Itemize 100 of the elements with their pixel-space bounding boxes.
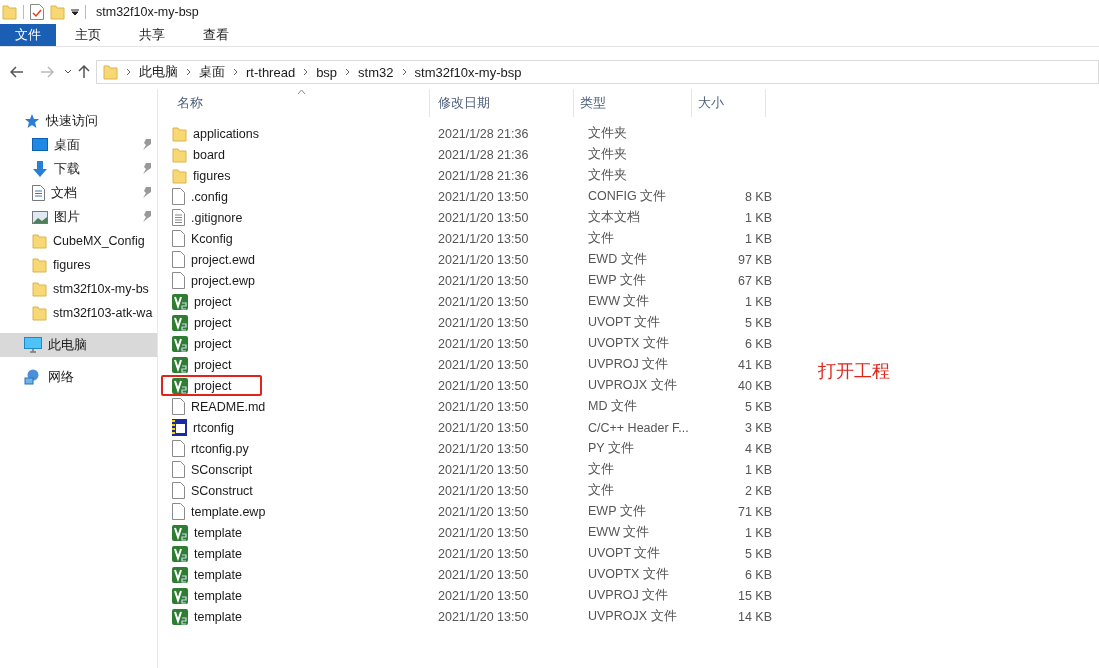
file-name[interactable]: figures <box>161 165 261 186</box>
breadcrumb-item[interactable]: stm32f10x-my-bsp <box>414 64 522 80</box>
file-name[interactable]: project <box>161 375 262 396</box>
file-name[interactable]: README.md <box>161 396 296 417</box>
chevron-icon <box>126 68 131 76</box>
file-name[interactable]: applications <box>161 123 289 144</box>
ribbon-tab[interactable]: 共享 <box>120 24 184 46</box>
new-folder-icon <box>50 4 65 20</box>
type-cell-text: EWP 文件 <box>587 503 647 520</box>
text-file-icon <box>172 209 185 226</box>
up-arrow-icon[interactable] <box>78 65 90 79</box>
file-name[interactable]: SConscript <box>161 459 283 480</box>
file-name[interactable]: project.ewp <box>161 270 285 291</box>
properties-checklist-icon[interactable] <box>30 4 44 20</box>
type-cell-text: PY 文件 <box>587 440 635 457</box>
sidebar-item[interactable]: 网络 <box>0 365 157 389</box>
column-header[interactable]: 类型 <box>574 89 692 117</box>
file-name[interactable]: template <box>161 606 272 627</box>
header-file-icon <box>172 419 187 436</box>
file-name[interactable]: project <box>161 333 262 354</box>
file-name[interactable]: template <box>161 585 272 606</box>
sidebar-item[interactable]: 桌面 <box>0 133 157 157</box>
folder-icon <box>172 146 187 163</box>
pin-icon[interactable] <box>142 187 152 198</box>
download-arrow-icon <box>32 160 48 178</box>
folder-icon <box>172 167 187 184</box>
address-bar[interactable]: 此电脑 桌面 rt-thread bsp stm32 stm32f10x-my-bsp <box>96 60 1099 84</box>
star-icon <box>24 113 40 129</box>
sidebar-label: 文档 <box>51 184 77 202</box>
breadcrumb-item[interactable]: stm32 <box>358 64 394 80</box>
type-cell-text: MD 文件 <box>587 398 638 415</box>
sidebar-label: stm32f10x-my-bs <box>53 282 149 296</box>
file-name[interactable]: project <box>161 312 262 333</box>
column-header[interactable]: 修改日期 <box>430 89 574 117</box>
file-name[interactable]: SConstruct <box>161 480 283 501</box>
sidebar-item[interactable]: 快速访问 <box>0 109 157 133</box>
file-name[interactable]: Kconfig <box>161 228 263 249</box>
sidebar-item[interactable]: 图片 <box>0 205 157 229</box>
breadcrumb-item[interactable]: bsp <box>316 64 338 80</box>
sidebar-item[interactable]: 文档 <box>0 181 157 205</box>
date-cell-text: 2021/1/20 13:50 <box>437 378 530 393</box>
file-icon <box>172 230 185 247</box>
date-cell-text: 2021/1/20 13:50 <box>437 441 530 456</box>
ribbon-tab[interactable]: 主页 <box>56 24 120 46</box>
breadcrumb-item[interactable]: 此电脑 <box>139 63 178 81</box>
size-cell-text: 1 KB <box>743 525 773 540</box>
file-name[interactable]: template <box>161 522 272 543</box>
file-name[interactable]: .gitignore <box>161 207 273 228</box>
size-cell-text: 1 KB <box>743 462 773 477</box>
breadcrumb-item[interactable]: 桌面 <box>199 63 225 81</box>
column-header[interactable]: 大小 <box>692 89 766 117</box>
file-name[interactable]: template <box>161 564 272 585</box>
file-name[interactable]: project <box>161 291 262 312</box>
file-name[interactable]: project.ewd <box>161 249 285 270</box>
ribbon-tab[interactable]: 查看 <box>184 24 248 46</box>
back-arrow-icon[interactable] <box>10 66 24 78</box>
sidebar-item[interactable]: stm32f10x-my-bs <box>0 277 157 301</box>
sidebar-item[interactable]: 此电脑 <box>0 333 157 357</box>
pin-icon[interactable] <box>142 163 152 174</box>
file-name[interactable]: .config <box>161 186 258 207</box>
keil-project-icon <box>172 608 188 625</box>
size-cell-text: 71 KB <box>736 504 773 519</box>
type-cell-text: UVOPTX 文件 <box>587 335 670 352</box>
document-icon <box>32 185 45 201</box>
dropdown-caret-icon[interactable] <box>71 8 79 16</box>
pin-icon[interactable] <box>142 139 152 150</box>
pin-icon[interactable] <box>142 211 152 222</box>
file-name[interactable]: rtconfig <box>161 417 264 438</box>
type-cell-text: EWD 文件 <box>587 251 648 268</box>
sidebar-label: stm32f103-atk-wa <box>53 306 153 320</box>
file-name[interactable]: project <box>161 354 262 375</box>
breadcrumb-item[interactable]: rt-thread <box>246 64 296 80</box>
sidebar-item[interactable]: figures <box>0 253 157 277</box>
desktop-icon <box>32 138 48 152</box>
sidebar-label: 下载 <box>54 160 80 178</box>
date-cell-text: 2021/1/20 13:50 <box>437 462 530 477</box>
type-cell-text: UVOPT 文件 <box>587 545 662 562</box>
type-cell-text: UVPROJ 文件 <box>587 587 670 604</box>
file-name[interactable]: template.ewp <box>161 501 296 522</box>
keil-project-icon <box>172 293 188 310</box>
date-cell-text: 2021/1/20 13:50 <box>437 189 530 204</box>
date-cell-text: 2021/1/20 13:50 <box>437 231 530 246</box>
ribbon-tab[interactable]: 文件 <box>0 24 56 46</box>
type-cell-text: UVPROJX 文件 <box>587 377 678 394</box>
file-name[interactable]: rtconfig.py <box>161 438 279 459</box>
sidebar-item[interactable]: 下载 <box>0 157 157 181</box>
date-cell-text: 2021/1/20 13:50 <box>437 588 530 603</box>
window-title: stm32f10x-my-bsp <box>96 5 199 19</box>
file-name[interactable]: template <box>161 543 272 564</box>
file-icon <box>172 482 185 499</box>
date-cell-text: 2021/1/20 13:50 <box>437 315 530 330</box>
date-cell-text: 2021/1/20 13:50 <box>437 336 530 351</box>
sort-ascending-icon <box>297 89 306 95</box>
file-name[interactable]: board <box>161 144 255 165</box>
type-cell-text: C/C++ Header F... <box>587 420 690 435</box>
sidebar-item[interactable]: stm32f103-atk-wa <box>0 301 157 325</box>
sidebar-item[interactable]: CubeMX_Config <box>0 229 157 253</box>
file-icon <box>172 272 185 289</box>
recent-caret-icon[interactable] <box>64 69 72 75</box>
column-header[interactable]: 名称 <box>158 89 430 117</box>
